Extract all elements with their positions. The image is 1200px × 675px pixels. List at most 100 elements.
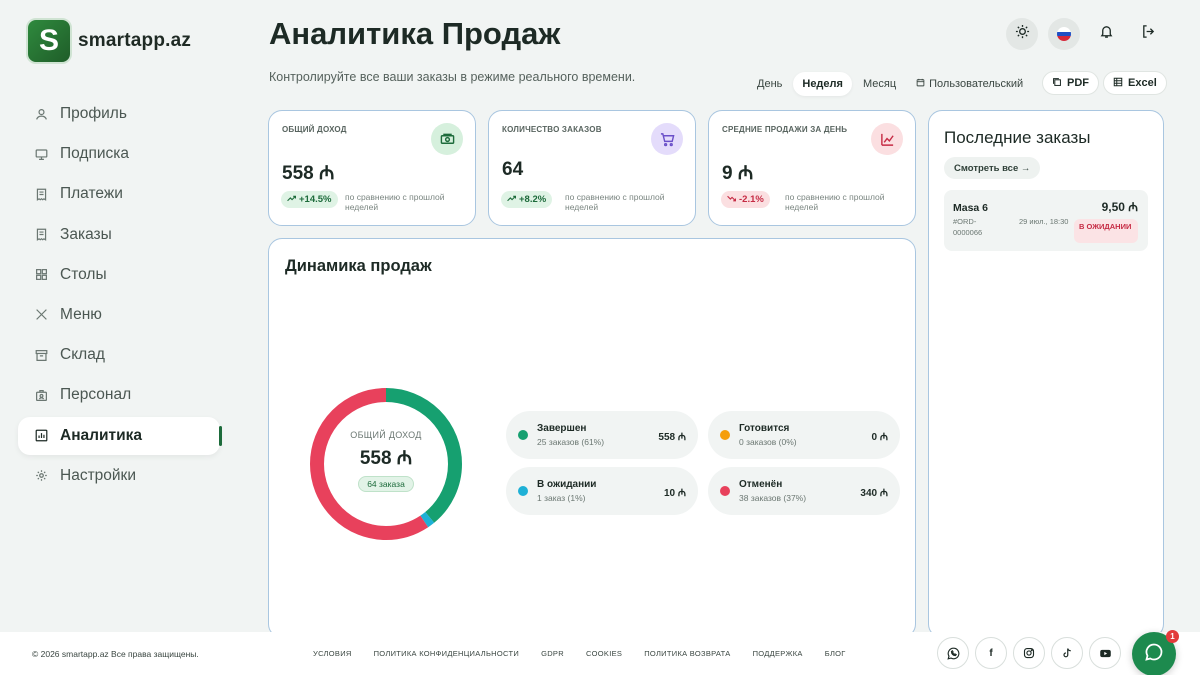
- page-title: Аналитика Продаж: [269, 16, 561, 51]
- whatsapp-icon[interactable]: [937, 637, 969, 669]
- export-excel-button[interactable]: Excel: [1103, 71, 1167, 95]
- bell-icon: [1099, 24, 1114, 44]
- range-custom-button[interactable]: Пользовательский: [907, 72, 1032, 96]
- tiktok-icon[interactable]: [1051, 637, 1083, 669]
- order-status-badge: В ОЖИДАНИИ: [1074, 219, 1138, 243]
- status-legend: Завершен 25 заказов (61%) 558 ₼ Готовитс…: [506, 411, 902, 515]
- range-week-button[interactable]: Неделя: [793, 72, 852, 96]
- stat-card-order-count: КОЛИЧЕСТВО ЗАКАЗОВ 64 +8.2% по сравнению…: [488, 110, 696, 226]
- sidebar-item-tables[interactable]: Столы: [18, 256, 220, 294]
- order-table: Masa 6: [953, 202, 989, 214]
- page-subtitle: Контролируйте все ваши заказы в режиме р…: [269, 70, 636, 84]
- gear-icon: [34, 469, 48, 483]
- copy-icon: [1052, 77, 1062, 90]
- legend-amount: 558 ₼: [658, 432, 686, 443]
- legend-amount: 340 ₼: [860, 488, 888, 499]
- footer-link-terms[interactable]: УСЛОВИЯ: [313, 649, 352, 658]
- order-item[interactable]: Masa 6 #ORD-0000066 29 июл., 18:30 9,50 …: [944, 190, 1148, 251]
- stat-value: 9 ₼: [722, 163, 754, 184]
- legend-name: Отменён: [739, 479, 783, 490]
- footer-link-privacy[interactable]: ПОЛИТИКА КОНФИДЕНЦИАЛЬНОСТИ: [374, 649, 519, 658]
- legend-name: Завершен: [537, 423, 587, 434]
- legend-count: 0 заказов (0%): [739, 437, 797, 447]
- sidebar-item-orders[interactable]: Заказы: [18, 216, 220, 254]
- stat-change-badge: +14.5%: [281, 191, 338, 208]
- instagram-icon[interactable]: [1013, 637, 1045, 669]
- footer-link-support[interactable]: ПОДДЕРЖКА: [753, 649, 803, 658]
- facebook-icon[interactable]: f: [975, 637, 1007, 669]
- sidebar-item-label: Столы: [60, 265, 107, 283]
- stat-value: 558 ₼: [282, 163, 335, 184]
- language-button[interactable]: [1048, 18, 1080, 50]
- stat-note: по сравнению с прошлой неделей: [565, 192, 665, 213]
- monitor-icon: [34, 147, 48, 161]
- legend-amount: 10 ₼: [663, 488, 686, 499]
- legend-dot: [720, 430, 730, 440]
- cash-icon: [431, 123, 463, 155]
- sidebar-item-warehouse[interactable]: Склад: [18, 336, 220, 374]
- legend-count: 1 заказ (1%): [537, 493, 586, 503]
- stat-change-badge: +8.2%: [501, 191, 553, 208]
- notifications-button[interactable]: [1090, 18, 1122, 50]
- footer-link-cookies[interactable]: COOKIES: [586, 649, 622, 658]
- footer-link-gdpr[interactable]: GDPR: [541, 649, 564, 658]
- youtube-icon[interactable]: [1089, 637, 1121, 669]
- trend-up-icon: [507, 194, 516, 206]
- sidebar-item-menu[interactable]: Меню: [18, 296, 220, 334]
- legend-count: 25 заказов (61%): [537, 437, 605, 447]
- utensils-icon: [34, 308, 48, 322]
- stat-note: по сравнению с прошлой неделей: [345, 192, 445, 213]
- see-all-orders-button[interactable]: Смотреть все →: [944, 157, 1041, 179]
- brand-logo[interactable]: S smartapp.az: [26, 18, 191, 64]
- stat-label: КОЛИЧЕСТВО ЗАКАЗОВ: [502, 125, 602, 134]
- legend-item-preparing[interactable]: Готовится 0 заказов (0%) 0 ₼: [708, 411, 900, 459]
- social-links: f: [937, 637, 1121, 669]
- sidebar-item-label: Меню: [60, 305, 102, 323]
- stat-card-avg-daily-sales: СРЕДНИЕ ПРОДАЖИ ЗА ДЕНЬ 9 ₼ -2.1% по сра…: [708, 110, 916, 226]
- copyright: © 2026 smartapp.az Все права защищены.: [32, 649, 199, 659]
- sidebar-item-profile[interactable]: Профиль: [18, 95, 220, 133]
- brand-name: smartapp.az: [78, 30, 192, 51]
- footer-link-refund[interactable]: ПОЛИТИКА ВОЗВРАТА: [644, 649, 730, 658]
- logo-mark-icon: S: [26, 18, 72, 64]
- legend-item-cancelled[interactable]: Отменён 38 заказов (37%) 340 ₼: [708, 467, 900, 515]
- sidebar-item-analytics[interactable]: Аналитика: [18, 416, 222, 455]
- legend-item-pending[interactable]: В ожидании 1 заказ (1%) 10 ₼: [506, 467, 698, 515]
- trend-up-icon: [287, 194, 296, 206]
- recent-orders-card: Последние заказы Смотреть все → Masa 6 #…: [928, 110, 1164, 638]
- stat-change-value: +8.2%: [519, 194, 547, 205]
- footer-link-blog[interactable]: БЛОГ: [825, 649, 846, 658]
- logout-button[interactable]: [1132, 18, 1164, 50]
- theme-toggle-button[interactable]: [1006, 18, 1038, 50]
- sidebar-item-payments[interactable]: Платежи: [18, 175, 220, 213]
- footer-links: УСЛОВИЯ ПОЛИТИКА КОНФИДЕНЦИАЛЬНОСТИ GDPR…: [313, 649, 846, 658]
- chat-notification-badge: 1: [1166, 630, 1179, 643]
- sales-dynamics-title: Динамика продаж: [285, 257, 432, 275]
- export-pdf-button[interactable]: PDF: [1042, 71, 1099, 95]
- order-date: 29 июл., 18:30: [1019, 217, 1069, 226]
- sidebar-item-subscription[interactable]: Подписка: [18, 135, 220, 173]
- sidebar-item-settings[interactable]: Настройки: [18, 457, 220, 495]
- donut-orders-pill: 64 заказа: [358, 476, 414, 492]
- date-range-selector: День Неделя Месяц Пользовательский: [748, 72, 1032, 96]
- legend-name: В ожидании: [537, 479, 597, 490]
- stat-change-badge: -2.1%: [721, 191, 770, 208]
- export-excel-label: Excel: [1128, 77, 1157, 89]
- russia-flag-icon: [1057, 27, 1071, 41]
- top-actions: [1006, 18, 1164, 50]
- sidebar-item-label: Аналитика: [60, 426, 143, 444]
- chart-icon: [34, 429, 48, 443]
- legend-item-completed[interactable]: Завершен 25 заказов (61%) 558 ₼: [506, 411, 698, 459]
- stat-change-value: +14.5%: [299, 194, 332, 205]
- range-month-button[interactable]: Месяц: [854, 72, 905, 96]
- stat-label: СРЕДНИЕ ПРОДАЖИ ЗА ДЕНЬ: [722, 125, 848, 134]
- donut-center-value: 558 ₼: [359, 448, 413, 469]
- receipt-icon: [34, 228, 48, 242]
- sun-icon: [1015, 24, 1030, 44]
- logout-icon: [1141, 24, 1156, 44]
- sidebar-item-staff[interactable]: Персонал: [18, 376, 220, 414]
- footer: © 2026 smartapp.az Все права защищены. У…: [0, 632, 1200, 675]
- stat-label: ОБЩИЙ ДОХОД: [282, 125, 347, 134]
- archive-icon: [34, 348, 48, 362]
- range-day-button[interactable]: День: [748, 72, 791, 96]
